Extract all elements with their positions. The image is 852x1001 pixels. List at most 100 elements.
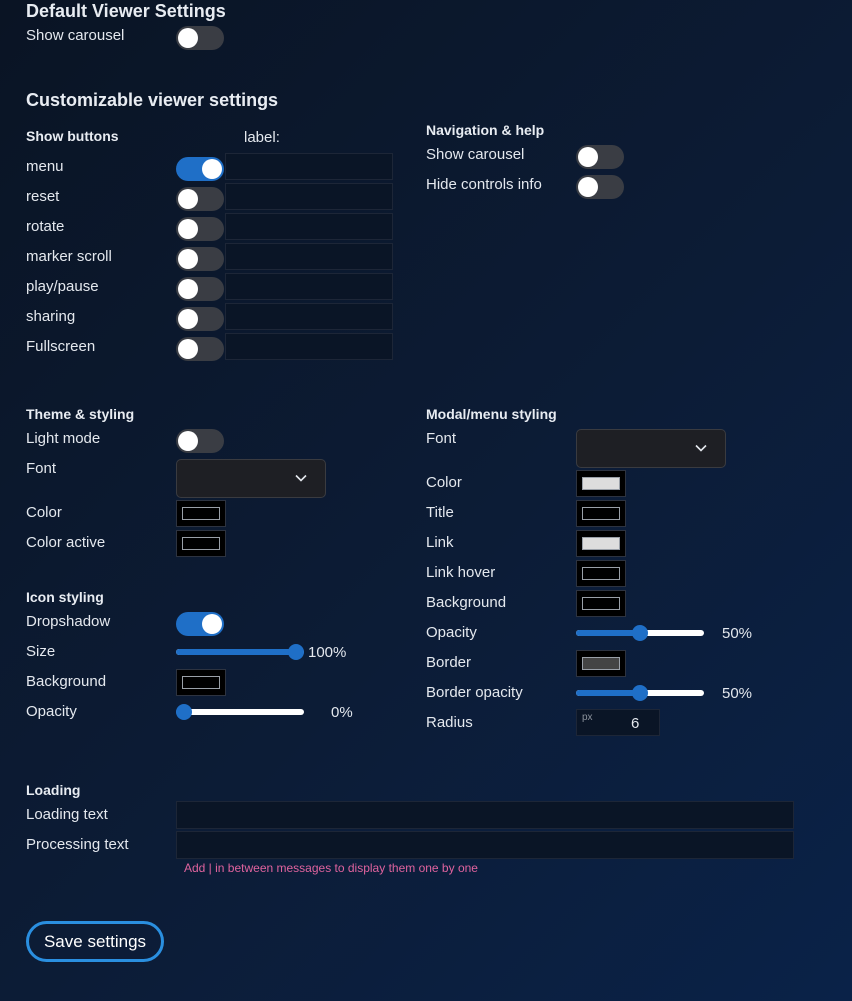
slider-thumb[interactable]: [176, 704, 192, 720]
show-button-label-input[interactable]: [225, 333, 393, 360]
modal-title-swatch[interactable]: [576, 500, 626, 527]
swatch-fill: [182, 537, 220, 550]
toggle-knob: [202, 614, 222, 634]
swatch-fill: [582, 537, 620, 550]
light-mode-label: Light mode: [26, 430, 101, 447]
modal-border-opacity-slider[interactable]: [576, 685, 704, 701]
show-button-toggle[interactable]: [176, 217, 224, 241]
show-button-label-input[interactable]: [225, 213, 393, 240]
swatch-fill: [582, 477, 620, 490]
modal-link-label: Link: [426, 534, 454, 551]
icon-size-slider[interactable]: [176, 644, 304, 660]
toggle-knob: [178, 431, 198, 451]
show-button-toggle[interactable]: [176, 337, 224, 361]
modal-opacity-slider[interactable]: [576, 625, 704, 641]
icon-background-label: Background: [26, 673, 107, 690]
toggle-knob: [178, 189, 198, 209]
toggle-knob: [178, 219, 198, 239]
toggle-knob: [178, 339, 198, 359]
show-button-label: rotate: [26, 218, 65, 235]
dropshadow-label: Dropshadow: [26, 613, 111, 630]
modal-color-label: Color: [426, 474, 462, 491]
show-button-label: play/pause: [26, 278, 99, 295]
navigation-item-label: Hide controls info: [426, 176, 542, 193]
swatch-fill: [182, 507, 220, 520]
icon-background-swatch[interactable]: [176, 669, 226, 696]
toggle-knob: [178, 249, 198, 269]
toggle-knob: [202, 159, 222, 179]
show-button-label: menu: [26, 158, 64, 175]
theme-color-swatch[interactable]: [176, 500, 226, 527]
default-settings-title: Default Viewer Settings: [26, 1, 226, 21]
show-button-toggle[interactable]: [176, 307, 224, 331]
icon-opacity-slider[interactable]: [176, 704, 304, 720]
show-button-label-input[interactable]: [225, 153, 393, 180]
show-button-label: sharing: [26, 308, 76, 325]
modal-font-select[interactable]: [576, 429, 726, 468]
save-settings-button[interactable]: Save settings: [26, 921, 164, 962]
modal-radius-input[interactable]: px 6: [576, 709, 660, 736]
processing-text-input[interactable]: [176, 831, 794, 859]
modal-font-label: Font: [426, 430, 457, 447]
modal-border-label: Border: [426, 654, 472, 671]
theme-font-label: Font: [26, 460, 57, 477]
loading-title: Loading: [26, 782, 81, 798]
swatch-fill: [582, 597, 620, 610]
theme-styling-title: Theme & styling: [26, 406, 135, 422]
show-buttons-title: Show buttons: [26, 128, 119, 144]
modal-title-label: Title: [426, 504, 454, 521]
default-show-carousel-toggle[interactable]: [176, 26, 224, 50]
theme-font-select[interactable]: [176, 459, 326, 498]
loading-text-label: Loading text: [26, 806, 108, 823]
show-button-toggle[interactable]: [176, 277, 224, 301]
toggle-knob: [178, 309, 198, 329]
icon-size-label: Size: [26, 643, 56, 660]
theme-color-active-label: Color active: [26, 534, 106, 551]
modal-color-swatch[interactable]: [576, 470, 626, 497]
icon-styling-title: Icon styling: [26, 589, 104, 605]
dropshadow-toggle[interactable]: [176, 612, 224, 636]
show-button-label-input[interactable]: [225, 243, 393, 270]
show-button-label-input[interactable]: [225, 183, 393, 210]
show-button-toggle[interactable]: [176, 157, 224, 181]
navigation-item-label: Show carousel: [426, 146, 525, 163]
icon-opacity-value: 0%: [331, 704, 353, 721]
icon-size-value: 100%: [308, 644, 347, 661]
modal-border-opacity-value: 50%: [722, 685, 753, 702]
modal-link-swatch[interactable]: [576, 530, 626, 557]
show-button-label-input[interactable]: [225, 273, 393, 300]
swatch-fill: [182, 676, 220, 689]
navigation-item-toggle[interactable]: [576, 145, 624, 169]
toggle-knob: [578, 147, 598, 167]
slider-thumb[interactable]: [288, 644, 304, 660]
modal-styling-title: Modal/menu styling: [426, 406, 557, 422]
theme-color-active-swatch[interactable]: [176, 530, 226, 557]
modal-link-hover-label: Link hover: [426, 564, 496, 581]
slider-track: [176, 709, 304, 715]
modal-opacity-value: 50%: [722, 625, 753, 642]
show-button-label-input[interactable]: [225, 303, 393, 330]
chevron-down-icon: [295, 474, 307, 482]
label-column-header: label:: [244, 129, 280, 146]
light-mode-toggle[interactable]: [176, 429, 224, 453]
navigation-item-toggle[interactable]: [576, 175, 624, 199]
modal-border-swatch[interactable]: [576, 650, 626, 677]
modal-background-swatch[interactable]: [576, 590, 626, 617]
slider-fill: [576, 630, 640, 636]
show-button-toggle[interactable]: [176, 247, 224, 271]
modal-opacity-label: Opacity: [426, 624, 477, 641]
swatch-fill: [582, 657, 620, 670]
chevron-down-icon: [695, 444, 707, 452]
show-button-toggle[interactable]: [176, 187, 224, 211]
processing-text-label: Processing text: [26, 836, 129, 853]
toggle-knob: [178, 279, 198, 299]
loading-text-input[interactable]: [176, 801, 794, 829]
modal-background-label: Background: [426, 594, 507, 611]
show-button-label: Fullscreen: [26, 338, 96, 355]
swatch-fill: [582, 507, 620, 520]
slider-thumb[interactable]: [632, 685, 648, 701]
modal-link-hover-swatch[interactable]: [576, 560, 626, 587]
slider-thumb[interactable]: [632, 625, 648, 641]
modal-border-opacity-label: Border opacity: [426, 684, 523, 701]
default-show-carousel-label: Show carousel: [26, 27, 125, 44]
